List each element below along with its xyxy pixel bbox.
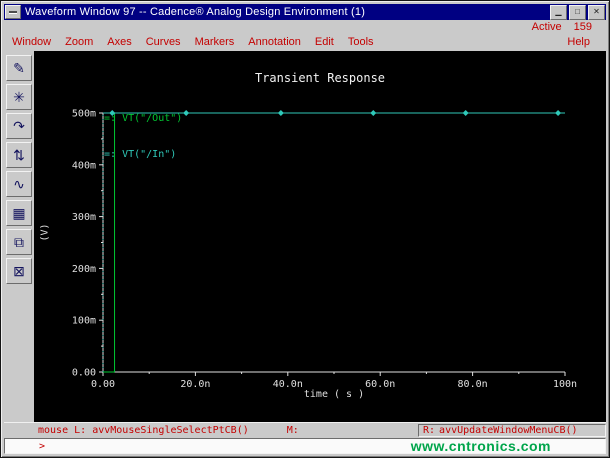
legend-marker-out: =: (104, 113, 117, 124)
menu-edit[interactable]: Edit (313, 35, 336, 49)
minimize-button[interactable]: ▁ (550, 4, 567, 20)
menu-curves[interactable]: Curves (144, 35, 183, 49)
y-axis-label: (V) (39, 223, 51, 242)
tool-palette: ✎ ✳ ↷ ⇅ ∿ ▦ ⧉ ⊠ (4, 51, 34, 422)
mouse-left-binding: avvMouseSingleSelectPtCB() (92, 425, 249, 436)
menubar: Window Zoom Axes Curves Markers Annotati… (4, 33, 606, 51)
titlebar[interactable]: Waveform Window 97 -- Cadence® Analog De… (4, 4, 606, 20)
svg-text:500m: 500m (72, 109, 96, 120)
grid-calculator-icon: ▦ (12, 204, 26, 221)
menu-zoom[interactable]: Zoom (63, 35, 95, 49)
command-prompt: > (39, 440, 46, 452)
menu-help[interactable]: Help (565, 35, 592, 49)
mouse-middle-label: M: (286, 425, 299, 436)
status-header-row: Active 159 (4, 20, 606, 33)
menu-axes[interactable]: Axes (105, 35, 133, 49)
subwindow-tool-button[interactable]: ⧉ (6, 229, 32, 255)
svg-text:100m: 100m (72, 316, 96, 327)
x-axis-label: time ( s ) (303, 389, 365, 400)
plot-canvas[interactable]: 0.00 20.0n 40.0n 60.0n 80.0n 100n 0.00 100m 200m… (34, 51, 606, 422)
active-label: Active (531, 20, 562, 33)
mouse-bindings-bar: mouse L: avvMouseSingleSelectPtCB() M: R… (4, 422, 606, 438)
menu-annotation[interactable]: Annotation (246, 35, 303, 49)
strip-chart-tool-button[interactable]: ⇅ (6, 142, 32, 168)
maximize-button[interactable]: □ (569, 4, 586, 20)
window-menu-button[interactable] (5, 5, 21, 19)
main-area: ✎ ✳ ↷ ⇅ ∿ ▦ ⧉ ⊠ 0.00 20.0n 40.0n 60.0n 80.0n… (4, 51, 606, 422)
menu-markers[interactable]: Markers (193, 35, 237, 49)
window-menu-icon (9, 10, 17, 14)
waveform-window: Waveform Window 97 -- Cadence® Analog De… (0, 0, 610, 458)
svg-text:400m: 400m (72, 160, 96, 171)
delete-box-icon: ⊠ (13, 262, 25, 279)
waveform-tool-button[interactable]: ∿ (6, 171, 32, 197)
watermark-text: www.cntronics.com (410, 438, 551, 454)
asterisk-zoom-icon: ✳ (13, 88, 25, 105)
plot-legend: =: VT("/Out") =: VT("/In") (104, 89, 182, 185)
menu-tools[interactable]: Tools (346, 35, 376, 49)
svg-text:300m: 300m (72, 212, 96, 223)
legend-label-out: VT("/Out") (122, 113, 183, 124)
mouse-right-binding: avvUpdateWindowMenuCB() (439, 425, 578, 436)
svg-text:200m: 200m (72, 264, 96, 275)
redraw-tool-button[interactable]: ↷ (6, 113, 32, 139)
annotate-tool-button[interactable]: ✎ (6, 55, 32, 81)
legend-label-in: VT("/In") (122, 149, 177, 160)
active-count: 159 (573, 20, 592, 33)
legend-entry-in: =: VT("/In") (104, 149, 182, 161)
sine-wave-icon: ∿ (13, 175, 25, 192)
legend-entry-out: =: VT("/Out") (104, 113, 182, 125)
menu-window[interactable]: Window (10, 35, 53, 49)
legend-marker-in: =: (104, 149, 117, 160)
mouse-right-panel: R: avvUpdateWindowMenuCB() (418, 424, 606, 437)
mouse-right-label: R: (423, 425, 436, 436)
mouse-left-label: mouse L: (38, 425, 87, 436)
pencil-icon: ✎ (13, 59, 25, 76)
calculator-tool-button[interactable]: ▦ (6, 200, 32, 226)
stacked-windows-icon: ⧉ (14, 233, 24, 250)
zoom-tool-button[interactable]: ✳ (6, 84, 32, 110)
curved-arrow-icon: ↷ (13, 117, 25, 134)
svg-text:0.00: 0.00 (72, 368, 96, 379)
split-axes-icon: ⇅ (13, 146, 25, 163)
close-button[interactable]: ✕ (588, 4, 605, 20)
plot-title: Transient Response (254, 71, 386, 85)
delete-tool-button[interactable]: ⊠ (6, 258, 32, 284)
window-title: Waveform Window 97 -- Cadence® Analog De… (25, 6, 366, 18)
